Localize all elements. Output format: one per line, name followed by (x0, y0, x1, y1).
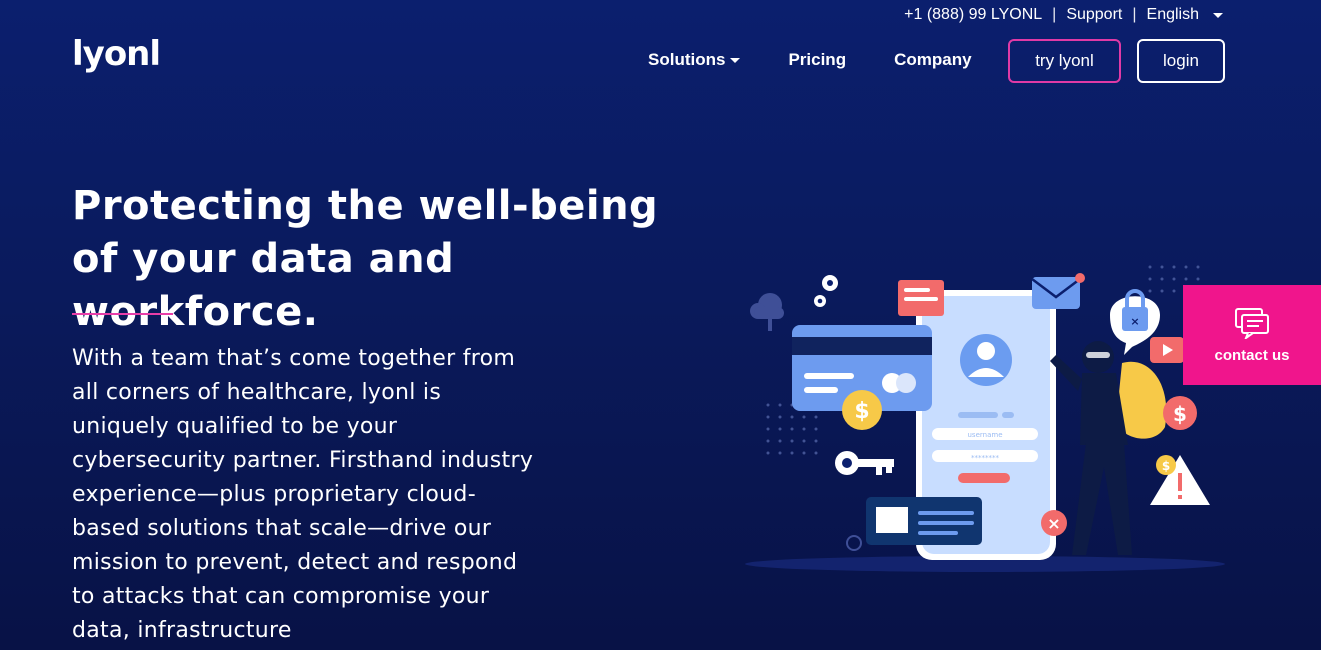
gear-icon (814, 275, 838, 307)
contact-us-button[interactable]: contact us (1183, 285, 1321, 385)
security-illustration: username ******** $ × $ $ × (745, 265, 1225, 572)
contact-us-label: contact us (1214, 346, 1290, 364)
svg-text:×: × (1130, 315, 1139, 328)
hero-title-line: of your data and workforce. (72, 236, 455, 335)
chevron-down-icon (1213, 12, 1223, 18)
username-label: username (968, 431, 1003, 439)
svg-text:$: $ (1173, 402, 1187, 426)
nav-company[interactable]: Company (894, 50, 971, 70)
nav-pricing[interactable]: Pricing (788, 50, 846, 70)
hero-title-line: Protecting the well-being (72, 183, 659, 229)
phone-link[interactable]: +1 (888) 99 LYONL (904, 6, 1042, 24)
main-nav: Solutions Pricing Company (648, 50, 972, 70)
nav-label: Solutions (648, 50, 726, 69)
svg-text:$: $ (854, 399, 869, 424)
login-button-graphic (958, 473, 1010, 483)
login-button[interactable]: login (1137, 39, 1225, 83)
title-divider (72, 313, 173, 315)
nav-solutions[interactable]: Solutions (648, 50, 741, 70)
logo[interactable]: lyonl (72, 34, 161, 74)
separator: | (1052, 6, 1057, 23)
utility-bar: +1 (888) 99 LYONL | Support | English (904, 6, 1223, 24)
hero-title: Protecting the well-being of your data a… (72, 180, 712, 339)
chevron-down-icon (730, 57, 741, 63)
try-lyonl-button[interactable]: try lyonl (1008, 39, 1121, 83)
globe-icon (846, 535, 862, 551)
hero-description: With a team that’s come together from al… (72, 346, 534, 643)
separator: | (1132, 6, 1137, 23)
support-link[interactable]: Support (1066, 6, 1122, 24)
language-label: English (1146, 6, 1199, 23)
password-mask: ******** (971, 454, 1000, 462)
svg-text:$: $ (1162, 459, 1170, 473)
cloud-upload-icon (750, 293, 784, 331)
svg-text:×: × (1047, 514, 1060, 533)
language-selector[interactable]: English (1147, 6, 1223, 24)
mail-icon (1032, 277, 1080, 309)
chat-icon (1235, 307, 1269, 339)
